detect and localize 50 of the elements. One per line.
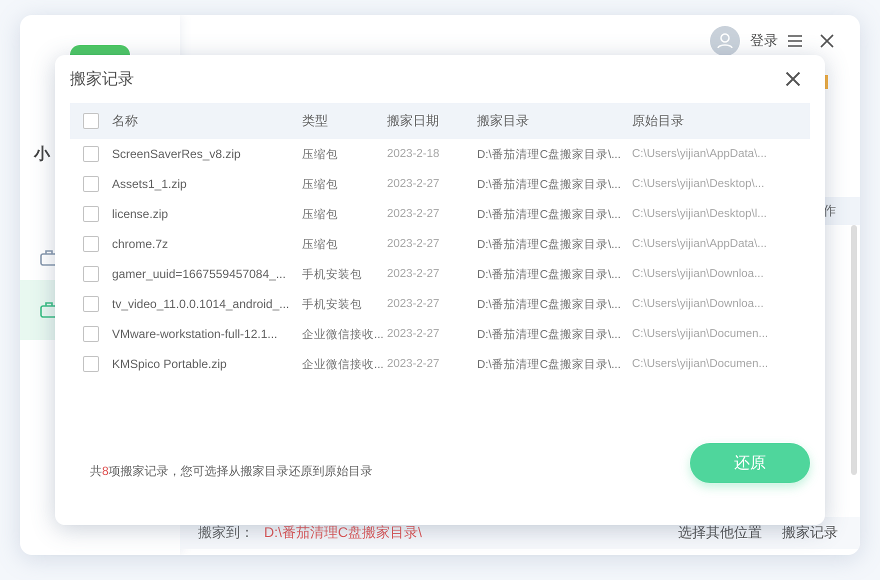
- table-cell-text: tv_video_11.0.0.1014_android_...: [112, 297, 290, 311]
- table-cell-text: 2023-2-27: [387, 238, 440, 250]
- table-cell-text: D:\番茄清理C盘搬家目录\...: [477, 147, 622, 162]
- table-cell-text: 2023-2-27: [387, 178, 440, 190]
- summary-text: 共8项搬家记录，您可选择从搬家目录还原到原始目录: [90, 463, 373, 480]
- table-cell-text: 企业微信接收...: [302, 328, 385, 342]
- column-header: 原始目录: [632, 112, 685, 130]
- table-cell-text: C:\Users\yijian\Documen...: [632, 328, 770, 340]
- table-cell-text: C:\Users\yijian\Desktop\...: [632, 178, 766, 190]
- table-cell-text: D:\番茄清理C盘搬家目录\...: [477, 357, 622, 372]
- dialog-title: 搬家记录: [70, 70, 134, 90]
- table-cell-text: 压缩包: [302, 178, 339, 192]
- table-cell-text: 2023-2-18: [387, 148, 440, 160]
- table-cell-text: D:\番茄清理C盘搬家目录\...: [477, 267, 622, 282]
- table-cell-text: C:\Users\yijian\Downloa...: [632, 298, 765, 310]
- table-cell-text: 2023-2-27: [387, 208, 440, 220]
- table-cell-text: license.zip: [112, 207, 170, 221]
- table-cell-text: 2023-2-27: [387, 298, 440, 310]
- column-header: 搬家日期: [387, 112, 440, 130]
- table-cell-text: 2023-2-27: [387, 328, 440, 340]
- table-cell-text: VMware-workstation-full-12.1...: [112, 327, 278, 341]
- table-cell-text: C:\Users\yijian\Desktop\l...: [632, 208, 768, 220]
- table-cell-text: 2023-2-27: [387, 358, 440, 370]
- table-cell-text: 2023-2-27: [387, 268, 440, 280]
- table-cell-text: ScreenSaverRes_v8.zip: [112, 147, 242, 161]
- table-cell-text: D:\番茄清理C盘搬家目录\...: [477, 207, 622, 222]
- table-cell-text: D:\番茄清理C盘搬家目录\...: [477, 177, 622, 192]
- table-cell-text: C:\Users\yijian\AppData\...: [632, 238, 768, 250]
- table-cell-text: chrome.7z: [112, 237, 170, 251]
- table-cell-text: D:\番茄清理C盘搬家目录\...: [477, 237, 622, 252]
- destination-path: D:\番茄清理C盘搬家目录\: [264, 524, 423, 542]
- table-cell-text: 手机安装包: [302, 267, 363, 282]
- column-header: 搬家目录: [477, 112, 530, 130]
- table-cell-text: C:\Users\yijian\Documen...: [632, 358, 770, 370]
- column-header: 类型: [302, 112, 329, 130]
- table-cell-text: D:\番茄清理C盘搬家目录\...: [477, 297, 622, 312]
- table-cell-text: C:\Users\yijian\AppData\...: [632, 148, 768, 160]
- table-cell-text: 手机安装包: [302, 297, 363, 312]
- table-cell-text: 压缩包: [302, 238, 339, 252]
- table-cell-text: gamer_uuid=1667559457084_...: [112, 267, 287, 281]
- destination-label: 搬家到：: [198, 524, 254, 542]
- table-cell-text: KMSpico Portable.zip: [112, 357, 228, 371]
- table-cell-text: C:\Users\yijian\Downloa...: [632, 268, 765, 280]
- column-header: 名称: [112, 112, 139, 130]
- app-title: 小: [34, 145, 50, 165]
- table-cell-text: 压缩包: [302, 208, 339, 222]
- table-cell-text: D:\番茄清理C盘搬家目录\...: [477, 327, 622, 342]
- table-cell-text: 企业微信接收...: [302, 358, 385, 372]
- table-cell-text: Assets1_1.zip: [112, 177, 188, 191]
- table-cell-text: 压缩包: [302, 148, 339, 162]
